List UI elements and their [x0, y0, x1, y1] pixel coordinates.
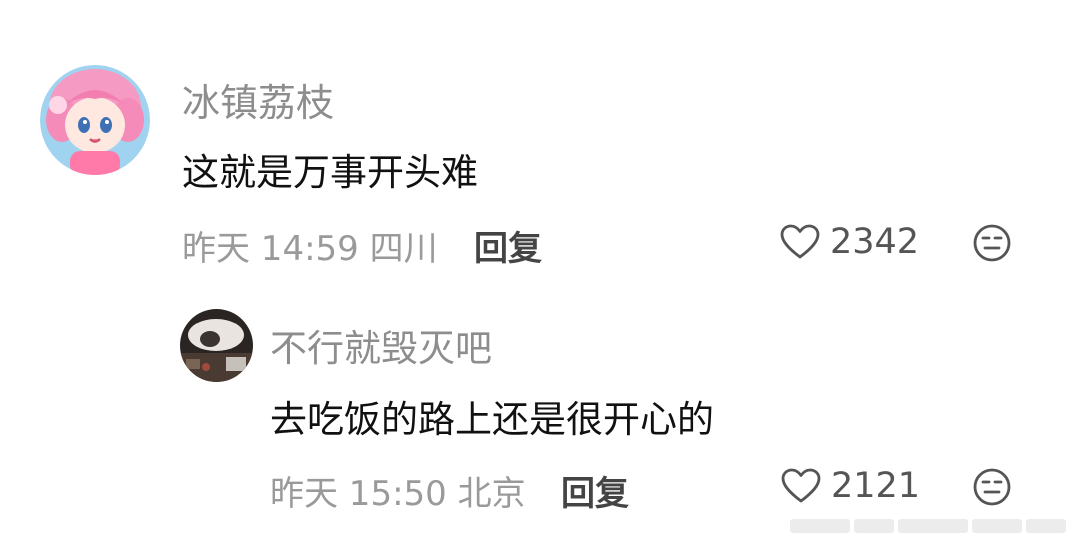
- dislike-button[interactable]: [972, 467, 1012, 507]
- reply-button[interactable]: 回复: [474, 221, 542, 270]
- like-button[interactable]: 2342: [780, 222, 919, 262]
- comment-meta: 昨天 14:59 四川: [182, 229, 438, 269]
- watermark: [790, 512, 1070, 540]
- reply-button[interactable]: 回复: [561, 466, 629, 515]
- username[interactable]: 冰镇荔枝: [182, 72, 334, 127]
- neutral-face-icon: [973, 468, 1011, 506]
- avatar[interactable]: [40, 65, 150, 175]
- avatar[interactable]: [180, 309, 253, 382]
- like-count: 2121: [831, 466, 921, 506]
- dislike-button[interactable]: [972, 223, 1012, 263]
- heart-icon: [780, 224, 820, 259]
- username[interactable]: 不行就毁灭吧: [270, 318, 492, 372]
- like-count: 2342: [830, 222, 920, 262]
- like-button[interactable]: 2121: [781, 466, 920, 506]
- comment-text: 去吃饭的路上还是很开心的: [270, 398, 714, 441]
- comment-meta: 昨天 15:50 北京: [270, 474, 526, 514]
- comment-text: 这就是万事开头难: [182, 151, 478, 194]
- neutral-face-icon: [973, 224, 1011, 262]
- heart-icon: [781, 468, 821, 503]
